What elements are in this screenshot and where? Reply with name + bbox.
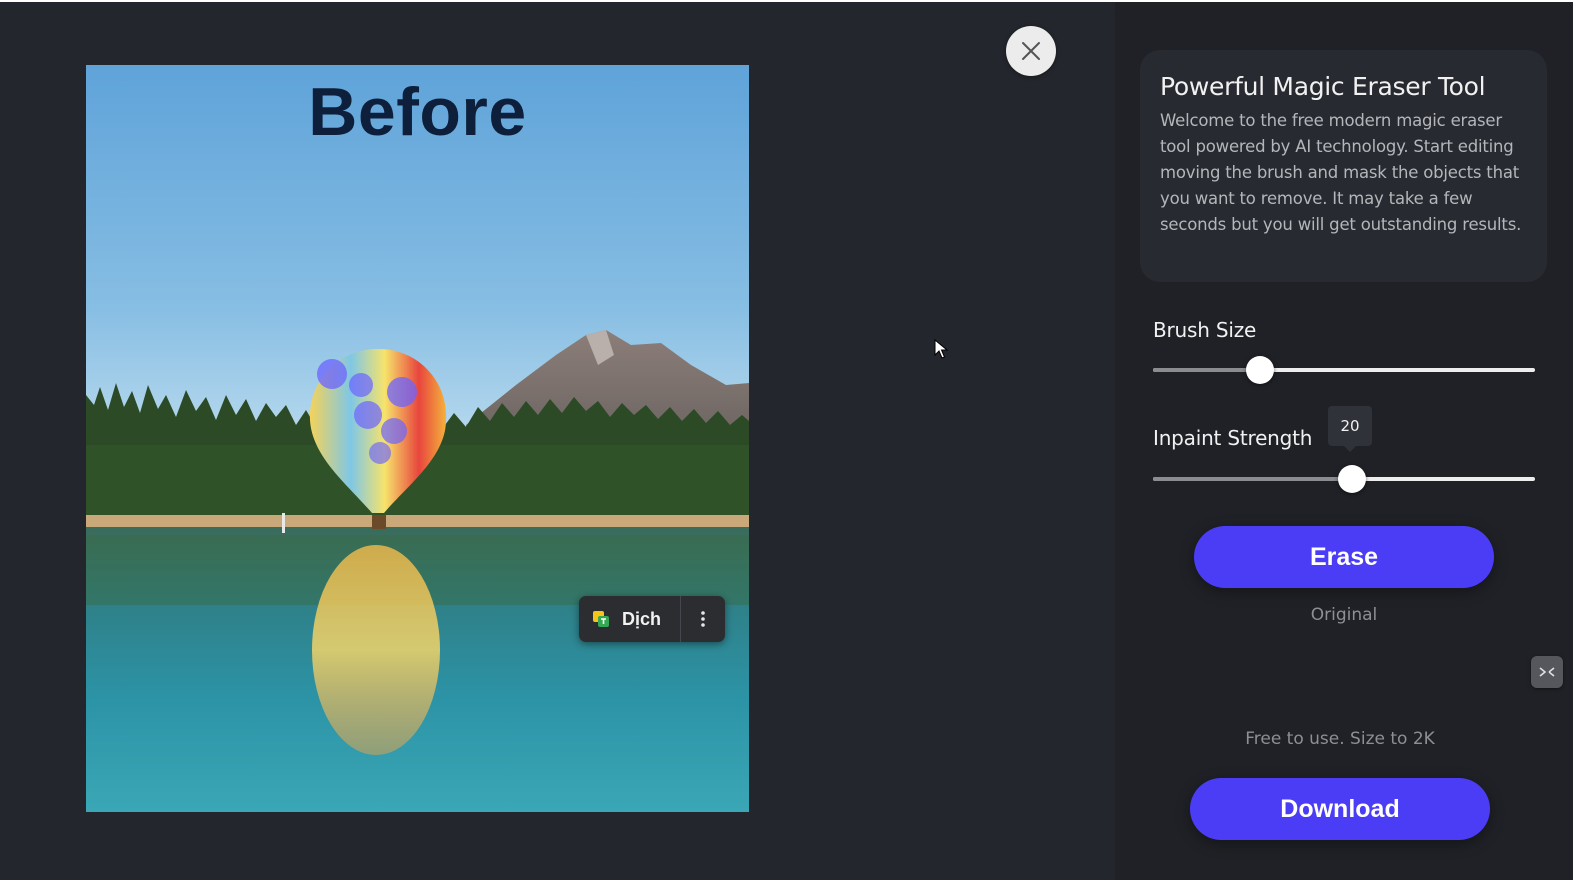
editor-canvas-area: Before Dịch xyxy=(0,2,1115,880)
chat-widget-icon xyxy=(1539,667,1555,677)
settings-panel: Powerful Magic Eraser Tool Welcome to th… xyxy=(1115,2,1573,880)
free-usage-note: Free to use. Size to 2K xyxy=(1245,729,1435,749)
inpaint-strength-slider[interactable] xyxy=(1153,465,1535,493)
brush-size-label: Brush Size xyxy=(1153,318,1257,342)
translate-icon xyxy=(593,611,609,627)
brush-size-thumb[interactable] xyxy=(1245,356,1274,384)
mouse-pointer-icon xyxy=(934,339,948,359)
chat-widget-button[interactable] xyxy=(1531,656,1563,688)
download-button[interactable]: Download xyxy=(1190,778,1490,840)
more-options-button[interactable] xyxy=(681,596,725,642)
panel-title: Powerful Magic Eraser Tool xyxy=(1160,72,1486,101)
original-toggle[interactable]: Original xyxy=(1115,605,1573,625)
image-canvas[interactable]: Before xyxy=(86,65,749,812)
slider-fill xyxy=(1153,368,1260,372)
before-label: Before xyxy=(308,74,527,150)
landscape-photo xyxy=(86,330,749,812)
panel-description: Welcome to the free modern magic eraser … xyxy=(1160,111,1522,234)
inpaint-strength-label: Inpaint Strength xyxy=(1153,426,1313,450)
translate-label: Dịch xyxy=(622,608,662,629)
info-card: Powerful Magic Eraser Tool Welcome to th… xyxy=(1140,50,1547,282)
more-vertical-icon xyxy=(701,611,705,627)
brush-size-slider[interactable] xyxy=(1153,356,1535,384)
close-icon xyxy=(1022,42,1040,60)
inpaint-strength-value: 20 xyxy=(1328,406,1372,452)
translate-popup: Dịch xyxy=(579,596,725,642)
translate-button[interactable]: Dịch xyxy=(579,596,680,642)
close-button[interactable] xyxy=(1006,26,1056,76)
inpaint-strength-thumb[interactable] xyxy=(1337,465,1366,493)
slider-fill xyxy=(1153,477,1352,481)
erase-button[interactable]: Erase xyxy=(1194,526,1494,588)
